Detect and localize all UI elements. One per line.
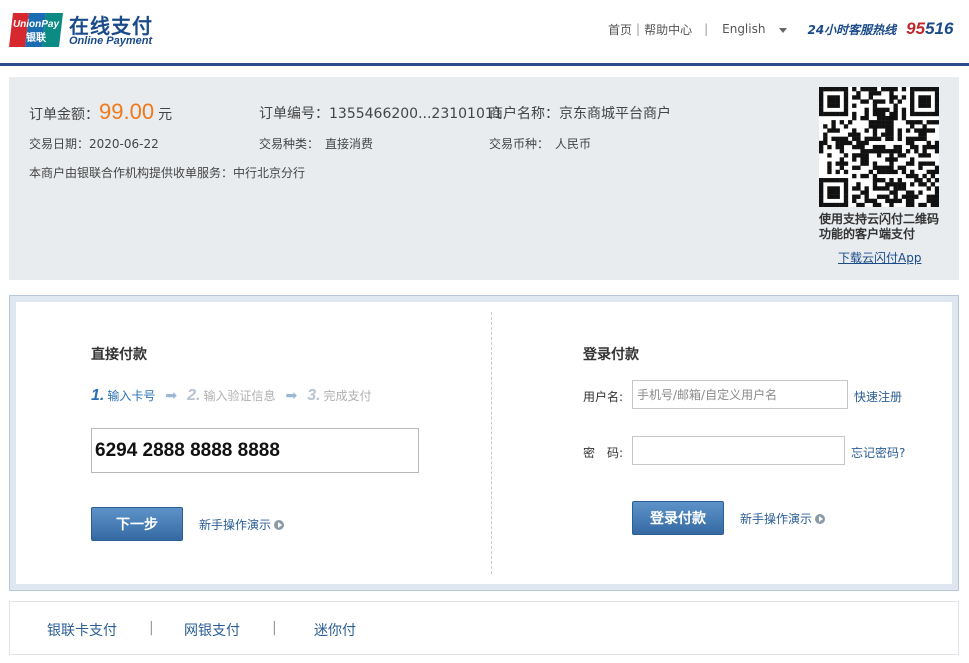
payment-panel-inner: 直接付款 1.输入卡号 ➡ 2.输入验证信息 ➡ 3.完成支付 下一步 新手操作… bbox=[16, 302, 952, 584]
login-demo-link[interactable]: 新手操作演示 bbox=[740, 510, 826, 527]
login-demo-link-label: 新手操作演示 bbox=[740, 512, 813, 526]
top-nav: 首页 | 帮助中心 | English 24小时客服热线 95516 bbox=[608, 19, 953, 39]
qr-code-image bbox=[819, 87, 940, 208]
tab-online-banking[interactable]: 网银支付 bbox=[184, 620, 240, 640]
merchant-name: 商户名称：京东商城平台商户 bbox=[489, 103, 671, 123]
step-1: 1. 输入卡号 bbox=[91, 387, 155, 405]
order-amount-value: 99.00 bbox=[99, 99, 155, 124]
trade-currency-value: 人民币 bbox=[555, 137, 592, 151]
unionpay-logo: UnionPay 银联 bbox=[9, 13, 63, 47]
tab-separator: | bbox=[272, 620, 277, 636]
step-1-number: 1. bbox=[91, 387, 105, 404]
forgot-password-link[interactable]: 忘记密码? bbox=[851, 444, 905, 461]
tab-unionpay-card[interactable]: 银联卡支付 bbox=[47, 620, 117, 640]
nav-separator: | bbox=[636, 22, 641, 36]
order-amount-unit: 元 bbox=[158, 107, 173, 123]
order-number-label: 订单编号： bbox=[259, 106, 329, 122]
register-link[interactable]: 快速注册 bbox=[854, 388, 902, 405]
hotline-number-prefix: 95 bbox=[906, 19, 926, 38]
login-pay-title: 登录付款 bbox=[583, 347, 639, 363]
direct-pay-title: 直接付款 bbox=[91, 347, 147, 363]
username-label: 用户名: bbox=[583, 390, 624, 404]
tab-separator: | bbox=[149, 620, 154, 636]
header-divider bbox=[0, 63, 969, 66]
password-input[interactable] bbox=[632, 436, 845, 465]
merchant-name-label: 商户名称： bbox=[489, 106, 559, 122]
trade-date-value: 2020-06-22 bbox=[89, 137, 159, 151]
order-amount: 订单金额：99.00 元 bbox=[29, 99, 172, 125]
step-3-number: 3. bbox=[307, 387, 321, 404]
step-2: 2. 输入验证信息 bbox=[187, 387, 275, 405]
hotline-label: 24小时客服热线 bbox=[807, 22, 897, 37]
payment-method-tabs: 银联卡支付 | 网银支付 | 迷你付 bbox=[9, 601, 959, 655]
arrow-right-icon: ➡ bbox=[165, 388, 178, 404]
step-2-label: 输入验证信息 bbox=[203, 389, 276, 403]
order-number: 订单编号：1355466200...23101011 bbox=[259, 103, 503, 123]
direct-demo-link[interactable]: 新手操作演示 bbox=[199, 516, 285, 533]
hotline-number: 95516 bbox=[906, 19, 953, 39]
language-select[interactable]: English bbox=[722, 22, 765, 36]
order-info-panel: 订单金额：99.00 元 订单编号：1355466200...23101011 商… bbox=[9, 77, 959, 280]
panel-divider bbox=[491, 312, 492, 574]
trade-date: 交易日期：2020-06-22 bbox=[29, 135, 159, 152]
merchant-name-value: 京东商城平台商户 bbox=[559, 106, 671, 122]
login-pay-button[interactable]: 登录付款 bbox=[632, 501, 724, 535]
direct-pay-steps: 1. 输入卡号 ➡ 2. 输入验证信息 ➡ 3. 完成支付 bbox=[91, 387, 372, 405]
password-label: 密 码: bbox=[583, 446, 624, 460]
play-icon bbox=[815, 513, 826, 524]
nav-separator: | bbox=[704, 22, 709, 36]
trade-currency: 交易币种： 人民币 bbox=[489, 135, 591, 152]
step-1-label: 输入卡号 bbox=[107, 389, 156, 403]
chevron-down-icon[interactable] bbox=[779, 27, 788, 33]
qr-caption: 使用支持云闪付二维码功能的客户端支付 bbox=[819, 212, 940, 241]
header: UnionPay 银联 在线支付 Online Payment 首页 | 帮助中… bbox=[0, 0, 969, 64]
arrow-right-icon: ➡ bbox=[285, 388, 298, 404]
trade-type: 交易种类： 直接消费 bbox=[259, 135, 373, 152]
trade-type-label: 交易种类： bbox=[259, 137, 320, 151]
nav-help-link[interactable]: 帮助中心 bbox=[644, 21, 692, 38]
direct-demo-link-label: 新手操作演示 bbox=[199, 518, 272, 532]
svg-text:银联: 银联 bbox=[26, 31, 46, 44]
trade-date-label: 交易日期： bbox=[29, 137, 90, 151]
order-number-value: 1355466200...23101011 bbox=[329, 106, 503, 122]
hotline-number-suffix: 516 bbox=[925, 19, 954, 38]
order-amount-label: 订单金额： bbox=[29, 107, 99, 123]
step-2-number: 2. bbox=[187, 387, 201, 404]
acquirer-note: 本商户由银联合作机构提供收单服务：中行北京分行 bbox=[29, 166, 306, 180]
trade-currency-label: 交易币种： bbox=[489, 137, 550, 151]
card-number-input[interactable] bbox=[91, 428, 419, 473]
next-step-button[interactable]: 下一步 bbox=[91, 507, 183, 541]
tab-mini-pay[interactable]: 迷你付 bbox=[314, 620, 356, 640]
trade-type-value: 直接消费 bbox=[325, 137, 374, 151]
step-3-label: 完成支付 bbox=[323, 389, 372, 403]
play-icon bbox=[274, 519, 285, 530]
download-app-link[interactable]: 下载云闪付App bbox=[838, 249, 921, 266]
payment-panel: 直接付款 1.输入卡号 ➡ 2.输入验证信息 ➡ 3.完成支付 下一步 新手操作… bbox=[9, 295, 959, 591]
svg-text:UnionPay: UnionPay bbox=[13, 19, 60, 30]
nav-home-link[interactable]: 首页 bbox=[608, 21, 632, 38]
qr-code bbox=[819, 87, 940, 208]
username-input[interactable] bbox=[632, 380, 848, 409]
step-3: 3. 完成支付 bbox=[307, 387, 371, 405]
logo-title-en: Online Payment bbox=[69, 35, 153, 47]
